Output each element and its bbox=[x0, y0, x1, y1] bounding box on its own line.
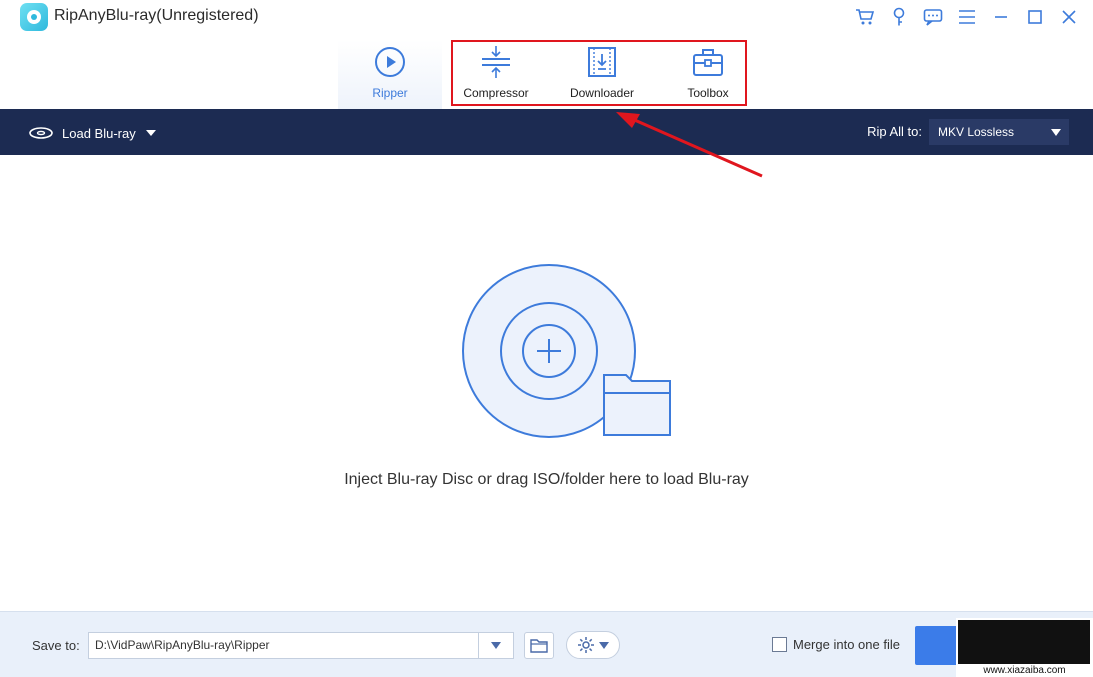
watermark-text: www.xiazaiba.com bbox=[983, 665, 1066, 676]
window-controls bbox=[853, 5, 1081, 29]
minimize-icon[interactable] bbox=[989, 5, 1013, 29]
chat-icon[interactable] bbox=[921, 5, 945, 29]
play-icon bbox=[373, 45, 407, 79]
app-title: RipAnyBlu-ray(Unregistered) bbox=[54, 7, 259, 24]
load-bluray-label: Load Blu-ray bbox=[62, 125, 136, 141]
chevron-down-icon bbox=[145, 130, 156, 136]
save-path-dropdown[interactable] bbox=[478, 632, 514, 659]
merge-label: Merge into one file bbox=[793, 637, 900, 652]
chevron-down-icon bbox=[491, 642, 501, 649]
watermark-logo bbox=[958, 620, 1090, 664]
chevron-down-icon bbox=[1051, 129, 1061, 136]
title-bar: RipAnyBlu-ray(Unregistered) bbox=[0, 0, 1093, 34]
app-window: RipAnyBlu-ray(Unregistered) Ripper Compr… bbox=[0, 0, 1093, 677]
menu-icon[interactable] bbox=[955, 5, 979, 29]
chevron-down-icon bbox=[599, 641, 609, 649]
tab-ripper-label: Ripper bbox=[372, 86, 408, 100]
gear-icon bbox=[578, 637, 594, 653]
rip-all-label: Rip All to: bbox=[867, 124, 922, 139]
output-format-value: MKV Lossless bbox=[938, 125, 1015, 139]
bottom-bar: Save to: D:\VidPaw\RipAnyBlu-ray\Ripper … bbox=[0, 611, 1093, 677]
app-logo-icon bbox=[20, 3, 48, 31]
maximize-icon[interactable] bbox=[1023, 5, 1047, 29]
main-toolbar: Load Blu-ray Rip All to: MKV Lossless bbox=[0, 109, 1093, 155]
settings-button[interactable] bbox=[566, 631, 620, 659]
disc-icon bbox=[29, 127, 53, 139]
open-folder-button[interactable] bbox=[524, 632, 554, 659]
key-icon[interactable] bbox=[887, 5, 911, 29]
cart-icon[interactable] bbox=[853, 5, 877, 29]
load-bluray-button[interactable]: Load Blu-ray bbox=[28, 122, 156, 144]
module-tabs: Ripper Compressor Downloader Toolbox bbox=[0, 34, 1093, 109]
close-icon[interactable] bbox=[1057, 5, 1081, 29]
output-format-select[interactable]: MKV Lossless bbox=[929, 119, 1069, 145]
add-disc-button[interactable] bbox=[460, 263, 675, 441]
tab-ripper[interactable]: Ripper bbox=[338, 40, 442, 109]
annotation-highlight-box bbox=[451, 40, 747, 106]
drop-area[interactable]: Inject Blu-ray Disc or drag ISO/folder h… bbox=[0, 155, 1093, 611]
merge-checkbox[interactable] bbox=[772, 637, 787, 652]
watermark: www.xiazaiba.com bbox=[956, 618, 1093, 677]
folder-icon bbox=[530, 638, 548, 653]
merge-option[interactable]: Merge into one file bbox=[772, 637, 900, 652]
save-to-label: Save to: bbox=[32, 638, 80, 653]
save-path-value: D:\VidPaw\RipAnyBlu-ray\Ripper bbox=[95, 638, 270, 652]
drop-hint-text: Inject Blu-ray Disc or drag ISO/folder h… bbox=[344, 471, 749, 488]
save-path-input[interactable]: D:\VidPaw\RipAnyBlu-ray\Ripper bbox=[88, 632, 514, 659]
